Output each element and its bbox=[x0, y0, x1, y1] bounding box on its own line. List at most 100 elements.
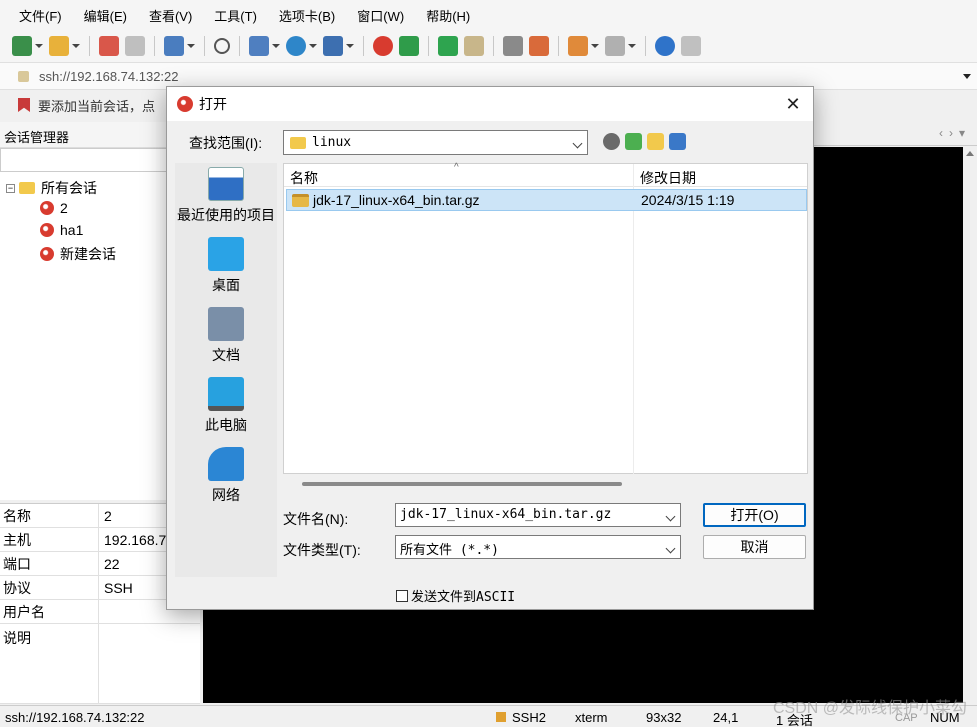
new-folder-icon[interactable] bbox=[647, 133, 664, 150]
archive-icon bbox=[292, 194, 309, 207]
tree-item-all-sessions[interactable]: − 所有会话 bbox=[6, 178, 97, 198]
property-value: 2 bbox=[104, 507, 112, 524]
session-options-icon[interactable] bbox=[164, 36, 184, 56]
keyboard-icon[interactable] bbox=[503, 36, 523, 56]
close-icon[interactable]: ✕ bbox=[783, 94, 803, 114]
pen-icon[interactable] bbox=[529, 36, 549, 56]
lock-icon[interactable] bbox=[464, 36, 484, 56]
toolbar-separator bbox=[204, 36, 205, 56]
menu-edit[interactable]: 编辑(E) bbox=[73, 6, 138, 25]
toolbar-separator bbox=[154, 36, 155, 56]
back-icon[interactable] bbox=[603, 133, 620, 150]
chevron-down-icon[interactable] bbox=[628, 44, 636, 48]
toolbar-separator bbox=[363, 36, 364, 56]
look-in-select[interactable]: linux bbox=[283, 130, 588, 155]
new-tab-icon[interactable] bbox=[568, 36, 588, 56]
chevron-down-icon[interactable] bbox=[572, 138, 583, 149]
menu-file[interactable]: 文件(F) bbox=[8, 6, 73, 25]
session-icon bbox=[40, 201, 54, 215]
tab-scroll-arrows[interactable]: ‹›▾ bbox=[939, 126, 971, 140]
dialog-title-bar: 打开 bbox=[167, 87, 813, 121]
desktop-icon bbox=[208, 237, 244, 271]
file-list[interactable]: ^ 名称 修改日期 jdk-17_linux-x64_bin.tar.gz 20… bbox=[283, 162, 808, 486]
file-row[interactable]: jdk-17_linux-x64_bin.tar.gz 2024/3/15 1:… bbox=[286, 189, 807, 211]
filename-input[interactable]: jdk-17_linux-x64_bin.tar.gz bbox=[395, 503, 681, 527]
filetype-value: 所有文件 (*.*) bbox=[400, 543, 499, 558]
network-icon bbox=[208, 447, 244, 481]
chevron-down-icon[interactable] bbox=[187, 44, 195, 48]
menu-help[interactable]: 帮助(H) bbox=[415, 6, 481, 25]
connect-icon[interactable] bbox=[99, 36, 119, 56]
menu-bar: 文件(F) 编辑(E) 查看(V) 工具(T) 选项卡(B) 窗口(W) 帮助(… bbox=[0, 0, 977, 30]
tree-item-label: 所有会话 bbox=[41, 180, 97, 196]
font-icon[interactable] bbox=[323, 36, 343, 56]
column-header-date[interactable]: 修改日期 bbox=[640, 168, 696, 188]
status-address: ssh://192.168.74.132:22 bbox=[5, 710, 145, 725]
status-cursor: 24,1 bbox=[713, 710, 739, 725]
sort-ascending-icon: ^ bbox=[454, 162, 459, 173]
status-term: xterm bbox=[575, 710, 608, 725]
open-dialog: 打开 ✕ 查找范围(I): linux 最近使用的项目 桌面 文档 此电脑 网络… bbox=[166, 86, 814, 610]
scroll-up-icon[interactable] bbox=[966, 151, 974, 156]
cancel-button[interactable]: 取消 bbox=[703, 535, 806, 559]
place-label: 网络 bbox=[212, 487, 240, 503]
disconnect-icon[interactable] bbox=[125, 36, 145, 56]
checkbox-box[interactable] bbox=[396, 589, 408, 602]
menu-window[interactable]: 窗口(W) bbox=[346, 6, 415, 25]
tree-item-session[interactable]: ha1 bbox=[40, 222, 83, 238]
collapse-icon[interactable]: − bbox=[6, 183, 15, 193]
chevron-down-icon[interactable] bbox=[665, 543, 676, 554]
copy-icon[interactable] bbox=[249, 36, 269, 56]
place-network[interactable]: 网络 bbox=[175, 447, 277, 505]
look-in-value: linux bbox=[312, 135, 352, 150]
chevron-down-icon[interactable] bbox=[309, 44, 317, 48]
layout-icon[interactable] bbox=[605, 36, 625, 56]
xftp-icon[interactable] bbox=[399, 36, 419, 56]
place-recent[interactable]: 最近使用的项目 bbox=[175, 167, 277, 225]
lock-icon bbox=[496, 712, 506, 722]
chevron-down-icon[interactable] bbox=[346, 44, 354, 48]
view-menu-icon[interactable] bbox=[669, 133, 686, 150]
toolbar-separator bbox=[239, 36, 240, 56]
up-folder-icon[interactable] bbox=[625, 133, 642, 150]
property-value: SSH bbox=[104, 579, 133, 596]
place-documents[interactable]: 文档 bbox=[175, 307, 277, 365]
open-folder-icon[interactable] bbox=[49, 36, 69, 56]
xshell-icon[interactable] bbox=[373, 36, 393, 56]
tree-item-session[interactable]: 2 bbox=[40, 200, 68, 216]
chevron-down-icon[interactable] bbox=[272, 44, 280, 48]
toolbar-separator bbox=[428, 36, 429, 56]
menu-view[interactable]: 查看(V) bbox=[138, 6, 203, 25]
tree-item-label: ha1 bbox=[60, 222, 84, 238]
help-icon[interactable] bbox=[655, 36, 675, 56]
new-session-icon[interactable] bbox=[12, 36, 32, 56]
xshell-icon bbox=[177, 96, 193, 112]
places-bar: 最近使用的项目 桌面 文档 此电脑 网络 bbox=[175, 163, 277, 577]
fullscreen-icon[interactable] bbox=[438, 36, 458, 56]
menu-tools[interactable]: 工具(T) bbox=[203, 6, 268, 25]
chevron-down-icon[interactable] bbox=[591, 44, 599, 48]
filetype-select[interactable]: 所有文件 (*.*) bbox=[395, 535, 681, 559]
terminal-scrollbar[interactable] bbox=[963, 147, 977, 703]
chevron-down-icon[interactable] bbox=[72, 44, 80, 48]
chevron-down-icon[interactable] bbox=[665, 511, 676, 522]
find-icon[interactable] bbox=[214, 38, 230, 54]
place-computer[interactable]: 此电脑 bbox=[175, 377, 277, 435]
chat-icon[interactable] bbox=[681, 36, 701, 56]
open-button[interactable]: 打开(O) bbox=[703, 503, 806, 527]
property-key: 端口 bbox=[0, 552, 99, 575]
place-desktop[interactable]: 桌面 bbox=[175, 237, 277, 295]
globe-icon[interactable] bbox=[286, 36, 306, 56]
column-header-name[interactable]: 名称 bbox=[290, 168, 318, 188]
horizontal-scrollbar[interactable] bbox=[302, 482, 622, 486]
ascii-checkbox-label: 发送文件到ASCII bbox=[411, 590, 516, 605]
watermark: CSDN @发际线保护小菜勾 bbox=[772, 700, 967, 717]
chevron-down-icon[interactable] bbox=[35, 44, 43, 48]
chevron-down-icon[interactable] bbox=[963, 74, 971, 79]
menu-tabs[interactable]: 选项卡(B) bbox=[268, 6, 346, 25]
ascii-checkbox[interactable]: 发送文件到ASCII bbox=[396, 586, 515, 605]
tree-item-session[interactable]: 新建会话 bbox=[40, 244, 116, 264]
file-list-header: ^ 名称 修改日期 bbox=[284, 162, 807, 474]
computer-icon bbox=[208, 377, 244, 411]
tree-item-label: 新建会话 bbox=[60, 246, 116, 262]
